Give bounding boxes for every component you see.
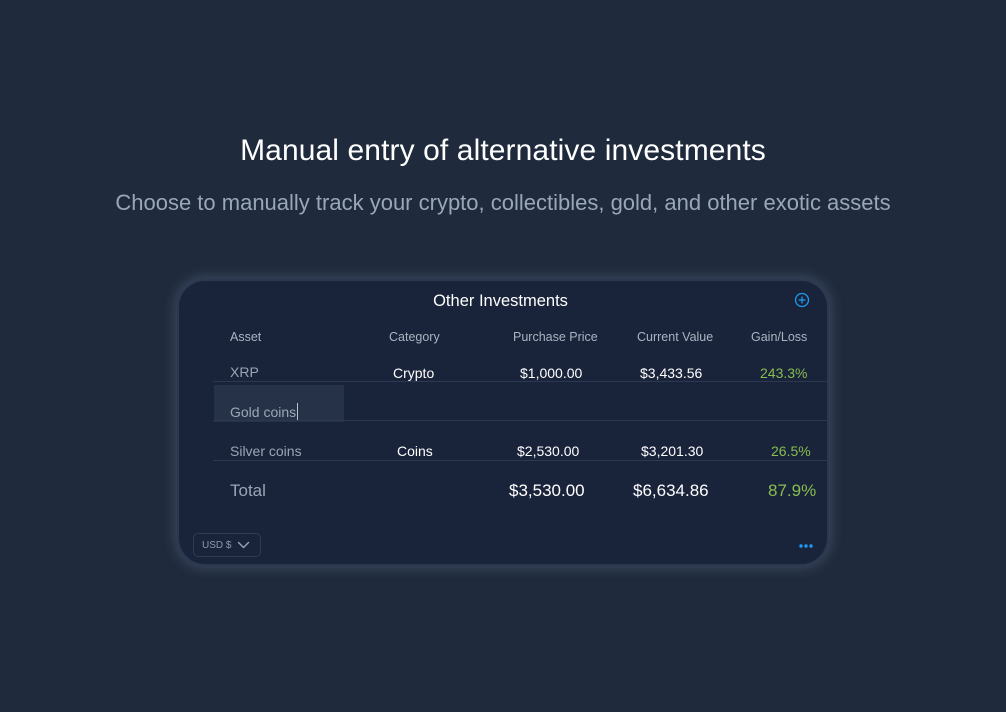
more-options-button[interactable] [796,539,816,551]
column-header-purchase-price[interactable]: Purchase Price [513,329,598,345]
total-label: Total [230,481,266,500]
page-title: Manual entry of alternative investments [240,134,766,167]
purchase-price[interactable]: $2,530.00 [517,442,579,460]
add-investment-button[interactable] [793,291,811,309]
plus-circle-icon [794,292,810,308]
row-divider [213,460,827,461]
row-divider [213,420,827,421]
row-divider [213,381,827,382]
gain-loss: 243.3% [760,365,808,381]
column-header-current-value[interactable]: Current Value [637,329,713,345]
total-current-value: $6,634.86 [633,481,709,500]
text-caret [297,403,299,420]
other-investments-card: Other Investments Asset Category Purchas… [179,281,827,564]
gain-loss: 26.5% [771,443,811,459]
total-purchase-price: $3,530.00 [509,481,585,500]
asset-category[interactable]: Crypto [393,364,434,382]
asset-name-value: Gold coins [230,404,297,420]
currency-value: USD $ [202,540,232,551]
currency-select[interactable]: USD $ [193,533,261,557]
column-header-category[interactable]: Category [389,329,440,345]
asset-name-input[interactable]: Gold coins [230,403,299,421]
asset-name-editor[interactable]: Gold coins [214,385,344,422]
ellipsis-icon [799,544,813,548]
page-subtitle: Choose to manually track your crypto, co… [115,190,891,215]
card-title: Other Investments [433,292,568,310]
chevron-down-icon [237,541,250,549]
column-header-gain-loss[interactable]: Gain/Loss [751,329,807,345]
purchase-price[interactable]: $1,000.00 [520,364,582,382]
total-gain-loss: 87.9% [768,481,817,500]
current-value[interactable]: $3,201.30 [641,442,703,460]
asset-category[interactable]: Coins [397,442,433,460]
current-value[interactable]: $3,433.56 [640,364,702,382]
column-header-asset[interactable]: Asset [230,329,261,345]
asset-name[interactable]: Silver coins [230,442,302,460]
asset-name[interactable]: XRP [230,363,259,381]
